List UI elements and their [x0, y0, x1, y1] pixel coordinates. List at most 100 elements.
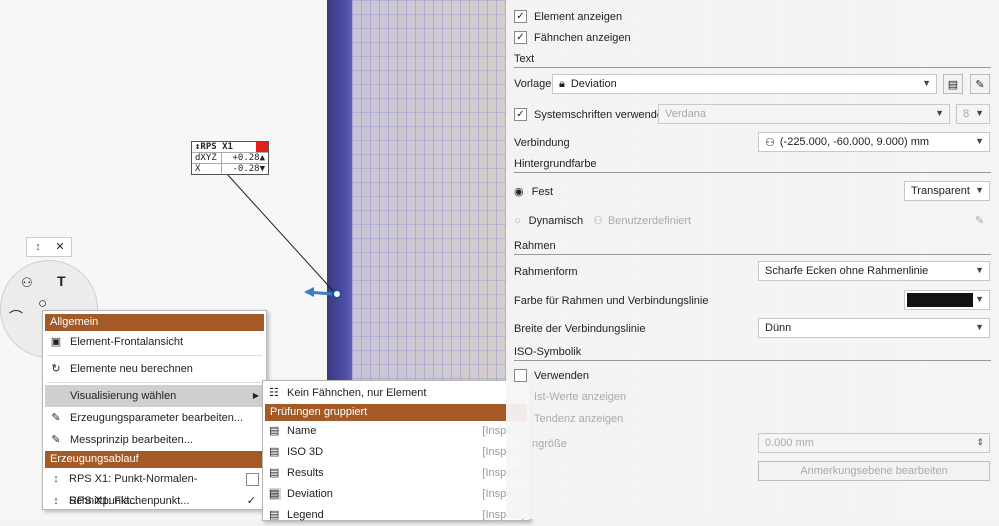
- line-width-label: Breite der Verbindungslinie: [514, 323, 646, 335]
- rps-item-2[interactable]: ↕ RPS X1: Flächenpunkt... ✓: [45, 490, 264, 512]
- frame-shape-label: Rahmenform: [514, 266, 578, 278]
- template-label: Vorlage: [514, 78, 552, 90]
- submenu-header: Prüfungen gruppiert: [265, 404, 527, 421]
- edit-measure-item[interactable]: ✎ Messprinzip bearbeiten...: [45, 429, 264, 451]
- show-flags-checkbox[interactable]: ✓: [514, 31, 527, 44]
- submenu-item[interactable]: ▤ ISO 3D [Inspect]: [265, 442, 527, 463]
- frame-shape-select[interactable]: Scharfe Ecken ohne Rahmenlinie ▼: [758, 261, 990, 281]
- chevron-down-icon: ▼: [922, 78, 931, 88]
- menu-label: Name: [287, 425, 317, 437]
- person-icon: ⚇: [593, 215, 603, 227]
- table-icon: ▤: [269, 509, 280, 521]
- dynamic-radio[interactable]: ○: [514, 215, 521, 227]
- recalculate-item[interactable]: ↻ Elemente neu berechnen: [45, 358, 264, 380]
- edit-template-button[interactable]: ✎: [970, 74, 990, 94]
- font-value: Verdana: [665, 108, 706, 120]
- submenu-item[interactable]: ▤ Results [Inspect]: [265, 463, 527, 484]
- rps-checkbox[interactable]: [246, 473, 259, 486]
- fixed-row[interactable]: ◉ Fest: [514, 185, 554, 199]
- show-element-row[interactable]: ✓ Element anzeigen: [514, 10, 622, 23]
- flag-value: +0.28▲: [232, 153, 265, 163]
- flag-title: ↕RPS X1: [195, 142, 233, 152]
- chevron-down-icon: ▼: [975, 322, 984, 332]
- spinner-icon: ⇕: [976, 437, 984, 447]
- use-checkbox[interactable]: [514, 369, 527, 382]
- trend-label: Tendenz anzeigen: [534, 413, 624, 425]
- edit-params-item[interactable]: ✎ Erzeugungsparameter bearbeiten...: [45, 407, 264, 429]
- table-icon: ▤: [269, 467, 280, 479]
- document-icon: ▤: [947, 78, 959, 91]
- no-flag-item[interactable]: ☷ Kein Fähnchen, nur Element: [265, 383, 527, 404]
- annotation-layer-button: Anmerkungsebene bearbeiten: [758, 461, 990, 481]
- font-select: Verdana ▼: [658, 104, 950, 124]
- system-fonts-label: Systemschriften verwenden: [534, 108, 670, 121]
- system-fonts-row[interactable]: ✓ Systemschriften verwenden: [514, 108, 669, 121]
- submenu-item[interactable]: ▤ Deviation [Inspect]: [265, 484, 527, 505]
- menu-label: Messprinzip bearbeiten...: [70, 434, 193, 446]
- use-row[interactable]: Verwenden: [514, 369, 589, 382]
- section-text: Text: [514, 53, 991, 68]
- chevron-right-icon: ▶: [252, 391, 259, 400]
- actual-values-label: Ist-Werte anzeigen: [534, 391, 627, 403]
- fixed-color-select[interactable]: Transparent ▼: [904, 181, 990, 201]
- menu-label: Erzeugungsparameter bearbeiten...: [70, 412, 244, 424]
- choose-visualization-item[interactable]: Visualisierung wählen ▶: [45, 385, 264, 407]
- dynamic-edit-icon: ✎: [975, 215, 985, 227]
- fixed-radio[interactable]: ◉: [514, 185, 524, 198]
- frame-color-picker[interactable]: ▼: [904, 290, 990, 310]
- person-icon: ⚇: [765, 136, 775, 149]
- size-value: 0.000 mm: [765, 437, 814, 449]
- flag-value: -0.28▼: [232, 164, 265, 174]
- template-select[interactable]: 🔒︎ Deviation ▼: [552, 74, 937, 94]
- submenu-item[interactable]: ▤ Legend [Inspect]: [265, 505, 527, 526]
- flag-key: dXYZ: [192, 153, 222, 163]
- frame-icon: ▣: [50, 336, 62, 348]
- axis-icon: ↕: [53, 473, 59, 485]
- menu-label: Legend: [287, 509, 324, 521]
- curve-icon[interactable]: ⌒: [9, 307, 23, 327]
- table-icon: ▤: [269, 425, 280, 437]
- frame-color-label: Farbe für Rahmen und Verbindungslinie: [514, 295, 709, 307]
- size-label: ngröße: [532, 438, 567, 450]
- rps-item-1[interactable]: ↕ RPS X1: Punkt-Normalen-Schnittpunkt...: [45, 468, 264, 507]
- menu-header-creation: Erzeugungsablauf: [45, 451, 264, 468]
- edit-icon: ✎: [51, 412, 61, 424]
- connection-select[interactable]: ⚇ (-225.000, -60.000, 9.000) mm ▼: [758, 132, 990, 152]
- visualization-submenu: ☷ Kein Fähnchen, nur Element Prüfungen gr…: [262, 380, 530, 521]
- fixed-color-value: Transparent: [911, 185, 970, 197]
- menu-divider: [47, 355, 262, 356]
- radial-toolbar: ↕ ✕: [26, 237, 72, 257]
- show-flags-label: Fähnchen anzeigen: [534, 31, 631, 44]
- menu-label: Kein Fähnchen, nur Element: [287, 387, 427, 399]
- table-icon: ▤: [269, 488, 281, 500]
- menu-label: ISO 3D: [287, 446, 324, 458]
- line-width-select[interactable]: Dünn ▼: [758, 318, 990, 338]
- show-element-checkbox[interactable]: ✓: [514, 10, 527, 23]
- frame-shape-value: Scharfe Ecken ohne Rahmenlinie: [765, 265, 929, 277]
- menu-divider: [47, 382, 262, 383]
- front-view-item[interactable]: ▣ Element-Frontalansicht: [45, 331, 264, 353]
- lock-icon: 🔒︎: [559, 77, 565, 90]
- flag-key: X: [192, 164, 222, 174]
- show-element-label: Element anzeigen: [534, 10, 623, 23]
- chevron-down-icon: ▼: [935, 108, 944, 118]
- text-icon[interactable]: T: [57, 273, 66, 289]
- system-fonts-checkbox[interactable]: ✓: [514, 108, 527, 121]
- dynamic-row[interactable]: ○ Dynamisch ⚇ Benutzerdefiniert: [514, 214, 691, 228]
- measurement-flag[interactable]: ↕RPS X1 dXYZ +0.28▲ X -0.28▼: [191, 141, 269, 175]
- people-icon[interactable]: ⚇: [21, 275, 33, 291]
- axis-icon[interactable]: ↕: [27, 238, 49, 256]
- menu-label: Results: [287, 467, 324, 479]
- chevron-down-icon: ▼: [975, 136, 984, 146]
- fixed-label: Fest: [531, 185, 554, 198]
- submenu-item[interactable]: ▤ Name [Inspect]: [265, 421, 527, 442]
- show-flags-row[interactable]: ✓ Fähnchen anzeigen: [514, 31, 631, 44]
- check-icon: ✓: [246, 495, 256, 507]
- template-value: Deviation: [570, 78, 617, 90]
- list-button[interactable]: ▤: [943, 74, 963, 94]
- menu-label: Deviation: [287, 488, 333, 500]
- close-icon[interactable]: ✕: [49, 238, 71, 256]
- line-width-value: Dünn: [765, 322, 792, 334]
- chevron-down-icon: ▼: [975, 294, 984, 304]
- chevron-down-icon: ▼: [975, 185, 984, 195]
